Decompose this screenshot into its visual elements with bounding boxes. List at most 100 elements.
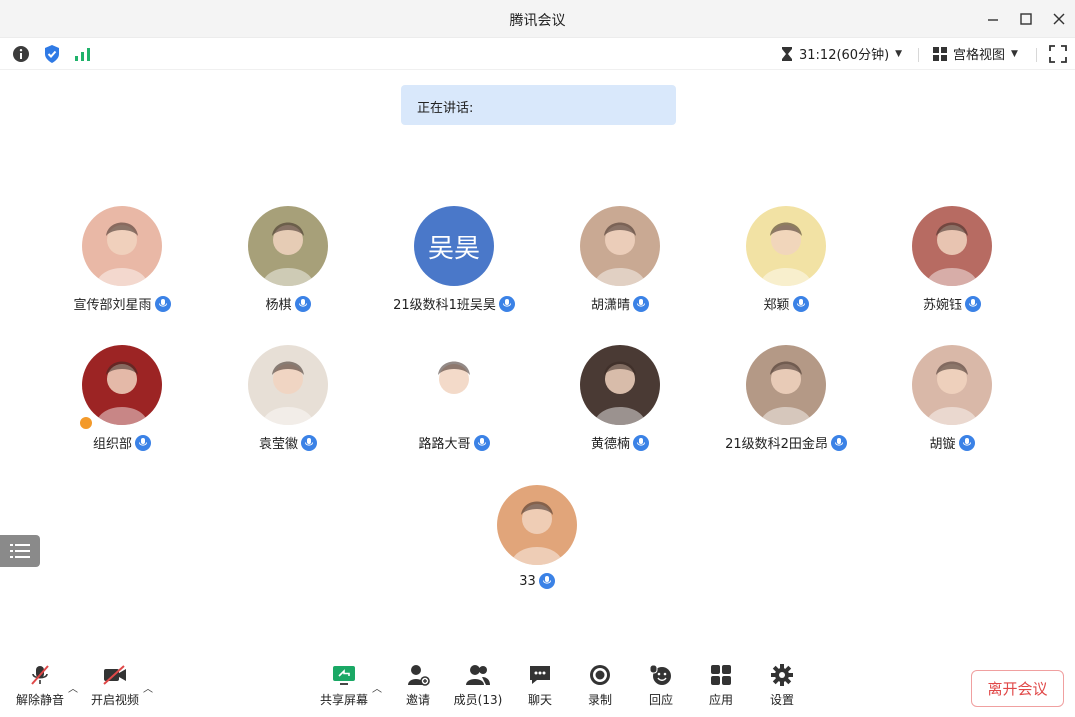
- members-button[interactable]: 成员(13): [448, 664, 508, 708]
- security-button[interactable]: [43, 44, 61, 64]
- participant-tile[interactable]: 宣传部刘星雨: [42, 206, 202, 313]
- chevron-down-icon: ▼: [1011, 48, 1018, 59]
- record-button[interactable]: 录制: [570, 664, 630, 708]
- participant-tile[interactable]: 苏婉钰: [872, 206, 1032, 313]
- unmute-label: 解除静音: [15, 693, 64, 707]
- mic-icon: [958, 434, 975, 451]
- mic-icon: [135, 434, 151, 451]
- participant-name-row: 黄德楠: [591, 433, 649, 452]
- participant-tile[interactable]: 胡潇晴: [540, 206, 700, 313]
- list-icon: [10, 544, 30, 558]
- participant-name-row: 组织部: [93, 433, 151, 452]
- video-off-icon: [103, 665, 126, 685]
- invite-button[interactable]: 邀请: [388, 664, 448, 708]
- window-title: 腾讯会议: [509, 13, 566, 29]
- participant-tile[interactable]: 胡镟: [872, 345, 1032, 452]
- divider: [1036, 48, 1037, 62]
- participant-name: 郑颖: [763, 298, 790, 313]
- chat-button[interactable]: 聊天: [510, 664, 570, 708]
- network-signal[interactable]: [74, 44, 92, 64]
- maximize-button[interactable]: [1015, 8, 1037, 30]
- close-button[interactable]: [1048, 8, 1070, 30]
- mic-icon: [792, 295, 809, 312]
- meeting-toolbar: 解除静音 ︿ 开启视频 ︿ 共享屏幕 ︿ 邀请 成员(13) 聊天 录制 回应 …: [0, 658, 1075, 717]
- video-options-chevron-icon[interactable]: ︿: [143, 680, 153, 695]
- participant-tile[interactable]: 黄德楠: [540, 345, 700, 452]
- minimize-icon: [988, 19, 998, 21]
- mic-icon: [633, 295, 649, 312]
- start-video-button[interactable]: 开启视频: [85, 664, 145, 708]
- participant-name-row: 33: [519, 573, 555, 589]
- participant-tile[interactable]: 吴昊 21级数科1班吴昊: [374, 206, 534, 313]
- avatar: [82, 206, 162, 286]
- avatar: [912, 345, 992, 425]
- react-button[interactable]: 回应: [631, 664, 691, 708]
- members-label: 成员(13): [453, 693, 503, 707]
- mic-icon: [538, 573, 555, 589]
- title-bar: 腾讯会议: [0, 0, 1075, 38]
- maximize-icon: [1020, 13, 1032, 25]
- fullscreen-button[interactable]: [1049, 44, 1067, 64]
- participant-name: 路路大哥: [418, 437, 471, 452]
- record-icon: [590, 665, 610, 685]
- start-video-label: 开启视频: [90, 693, 139, 707]
- avatar: [248, 345, 328, 425]
- hourglass-icon: [782, 46, 792, 61]
- info-icon: [13, 46, 29, 62]
- apps-button[interactable]: 应用: [691, 664, 751, 708]
- participant-tile[interactable]: 袁莹徽: [208, 345, 368, 452]
- invite-icon: [408, 665, 430, 686]
- unmute-button[interactable]: 解除静音: [10, 664, 70, 708]
- share-screen-button[interactable]: 共享屏幕: [314, 664, 374, 708]
- participant-name: 黄德楠: [590, 437, 630, 452]
- participant-name: 宣传部刘星雨: [73, 298, 152, 313]
- timer-text: 31:12(60分钟): [799, 48, 890, 63]
- signal-icon: [75, 48, 90, 61]
- participant-tile[interactable]: 21级数科2田金昂: [706, 345, 866, 452]
- participant-tile[interactable]: 郑颖: [706, 206, 866, 313]
- host-badge: [78, 415, 94, 431]
- participant-tile[interactable]: 路路大哥: [374, 345, 534, 452]
- mic-icon: [154, 295, 171, 312]
- avatar: [912, 206, 992, 286]
- apps-icon: [711, 665, 731, 685]
- record-label: 录制: [587, 693, 612, 707]
- speaking-indicator: 正在讲话:: [401, 85, 676, 125]
- participant-name-row: 胡潇晴: [591, 294, 649, 313]
- avatar: 吴昊: [414, 206, 494, 286]
- audio-options-chevron-icon[interactable]: ︿: [68, 680, 78, 695]
- participant-tile[interactable]: 33: [457, 485, 617, 589]
- members-icon: [466, 665, 490, 685]
- info-button[interactable]: [12, 44, 30, 64]
- participant-name-row: 郑颖: [763, 294, 809, 313]
- divider: [918, 48, 919, 62]
- avatar: [580, 345, 660, 425]
- avatar: [580, 206, 660, 286]
- leave-meeting-button[interactable]: 离开会议: [971, 670, 1064, 707]
- participant-name: 21级数科2田金昂: [725, 437, 828, 452]
- share-options-chevron-icon[interactable]: ︿: [372, 680, 382, 695]
- participant-name-row: 苏婉钰: [923, 294, 981, 313]
- close-icon: [1053, 13, 1065, 25]
- avatar: [248, 206, 328, 286]
- participant-tile[interactable]: 杨棋: [208, 206, 368, 313]
- apps-label: 应用: [708, 693, 733, 707]
- mic-muted-icon: [31, 665, 49, 685]
- mic-icon: [498, 295, 515, 312]
- participant-name-row: 胡镟: [929, 433, 975, 452]
- view-mode-selector[interactable]: 宫格视图 ▼: [933, 44, 1018, 63]
- fullscreen-icon: [1049, 45, 1067, 63]
- mic-icon: [830, 434, 847, 451]
- meeting-timer[interactable]: 31:12(60分钟) ▼: [781, 44, 902, 63]
- participant-list-toggle[interactable]: [0, 535, 40, 567]
- settings-button[interactable]: 设置: [752, 664, 812, 708]
- mic-icon: [473, 434, 490, 451]
- participant-tile[interactable]: 组织部: [42, 345, 202, 452]
- view-mode-label: 宫格视图: [953, 48, 1006, 63]
- shield-icon: [45, 45, 59, 63]
- participant-name: 胡镟: [929, 437, 956, 452]
- minimize-button[interactable]: [982, 8, 1004, 30]
- grid-view-icon: [933, 46, 947, 61]
- participant-name-row: 杨棋: [265, 294, 311, 313]
- avatar: [497, 485, 577, 565]
